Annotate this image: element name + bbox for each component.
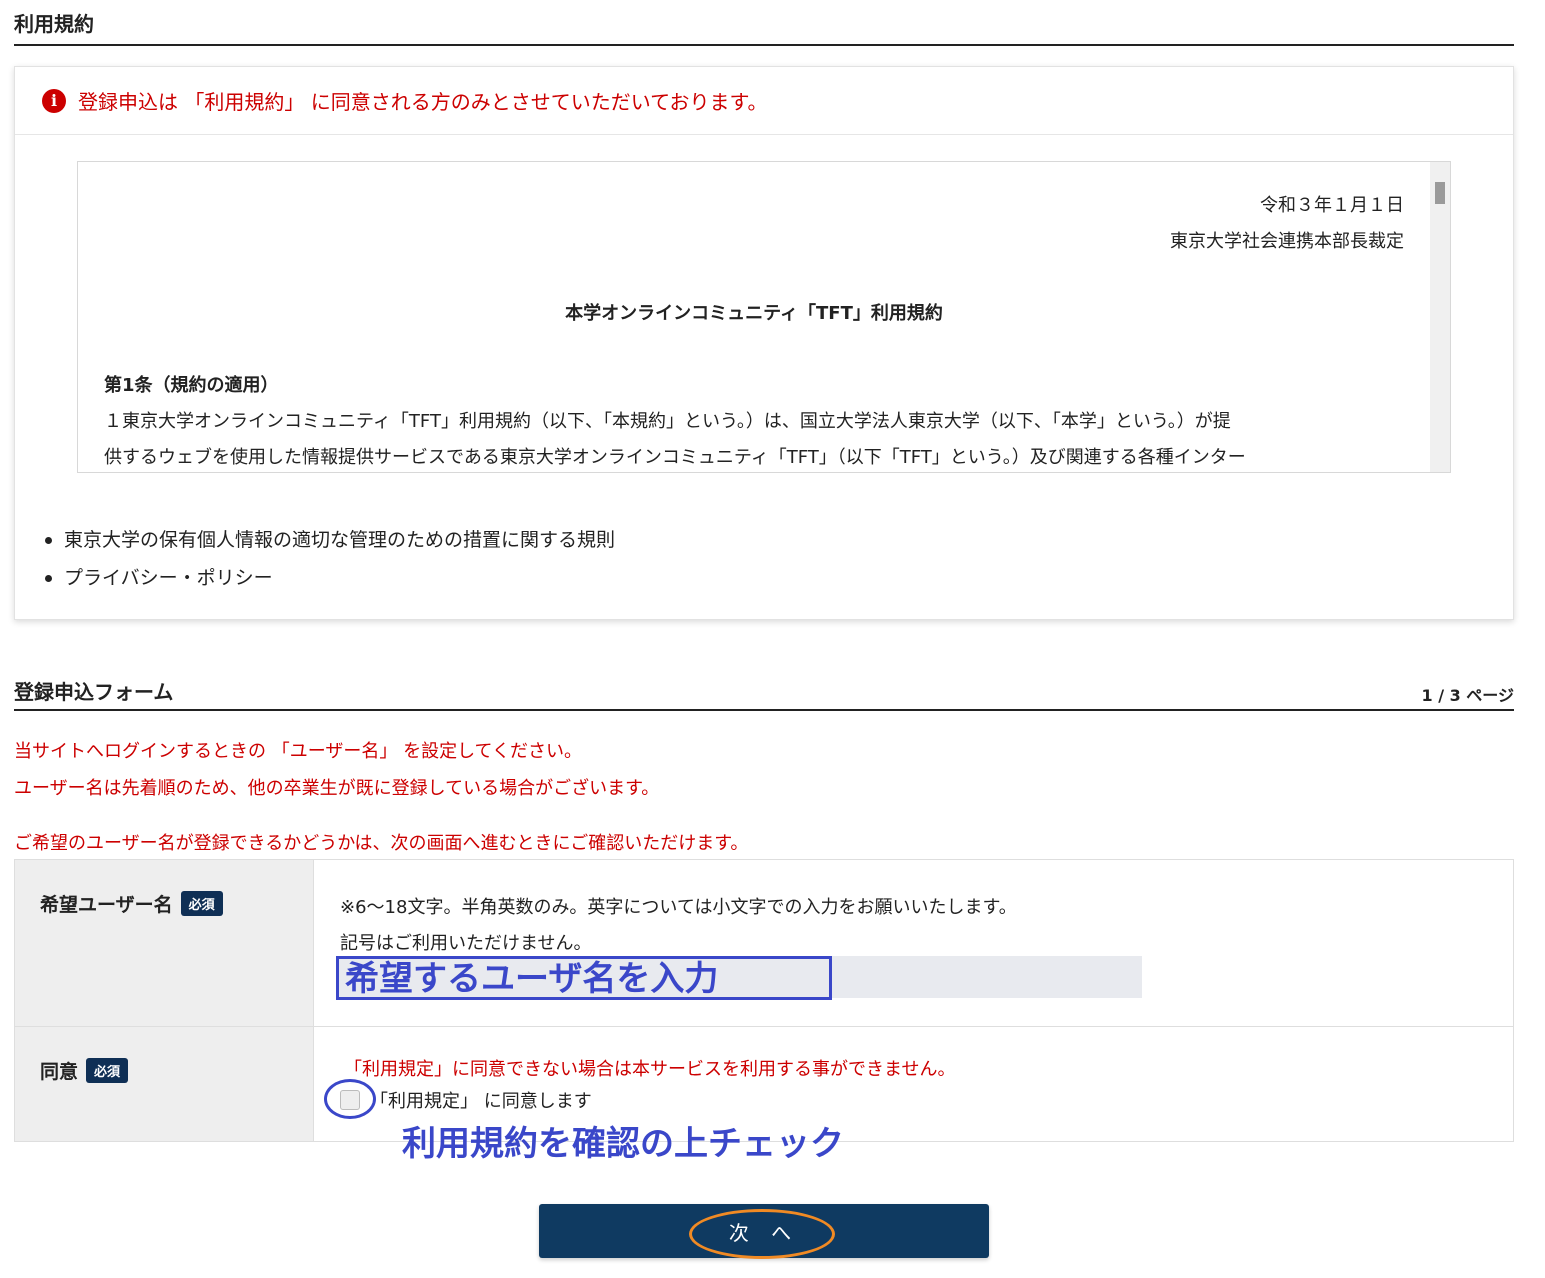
terms-scroll-box[interactable]: 令和３年１月１日 東京大学社会連携本部長裁定 本学オンラインコミュニティ「TFT… — [77, 161, 1451, 473]
form-instructions: 当サイトへログインするときの 「ユーザー名」 を設定してください。 ユーザー名は… — [14, 733, 748, 862]
username-hint: 記号はご利用いただけません。 — [340, 933, 592, 954]
list-item[interactable]: プライバシー・ポリシー — [45, 559, 615, 597]
agree-label: 同意 必須 — [40, 1057, 129, 1084]
username-hint: ※6〜18文字。半角英数のみ。英字については小文字での入力をお願いいたします。 — [340, 897, 1017, 918]
agree-checkbox-label[interactable]: 「利用規定」 に同意します — [370, 1087, 592, 1113]
username-label-text: 希望ユーザー名 — [40, 894, 173, 916]
terms-authority: 東京大学社会連携本部長裁定 — [1170, 231, 1404, 252]
notice-text: 登録申込は 「利用規約」 に同意される方のみとさせていただいております。 — [78, 90, 768, 114]
username-input-cell: ※6〜18文字。半角英数のみ。英字については小文字での入力をお願いいたします。 … — [314, 860, 1513, 1026]
required-badge: 必須 — [180, 891, 223, 916]
terms-card: i 登録申込は 「利用規約」 に同意される方のみとさせていただいております。 令… — [14, 66, 1514, 620]
next-button[interactable]: 次 へ — [539, 1204, 989, 1258]
instruction-line: 当サイトへログインするときの 「ユーザー名」 を設定してください。 — [14, 741, 583, 762]
bullet-icon — [45, 574, 52, 582]
article-text-line: １東京大学オンラインコミュニティ「TFT」利用規約（以下、「本規約」という。）は… — [104, 411, 1231, 432]
bullet-icon — [45, 536, 52, 544]
agreement-notice: i 登録申込は 「利用規約」 に同意される方のみとさせていただいております。 — [15, 67, 1513, 135]
terms-document: 令和３年１月１日 東京大学社会連携本部長裁定 本学オンラインコミュニティ「TFT… — [104, 162, 1404, 472]
terms-date: 令和３年１月１日 — [1260, 195, 1404, 216]
link-privacy-policy[interactable]: プライバシー・ポリシー — [64, 559, 273, 597]
form-section-title: 登録申込フォーム 1 / 3 ページ — [14, 676, 1514, 711]
instruction-line: ご希望のユーザー名が登録できるかどうかは、次の画面へ進むときにご確認いただけます… — [14, 833, 749, 854]
terms-section-title: 利用規約 — [14, 8, 1514, 46]
agree-label-text: 同意 — [40, 1061, 79, 1083]
info-icon: i — [42, 88, 66, 113]
checkbox-annotation: 利用規約を確認の上チェック — [402, 1124, 844, 1164]
form-title-text: 登録申込フォーム — [14, 680, 174, 704]
username-label: 希望ユーザー名 必須 — [40, 890, 223, 917]
terms-scrollbar[interactable] — [1430, 162, 1450, 472]
username-annotation: 希望するユーザ名を入力 — [336, 956, 832, 1000]
article-title: 第1条（規約の適用） — [104, 375, 279, 396]
instruction-line — [14, 807, 748, 825]
agree-warning: 「利用規定」に同意できない場合は本サービスを利用する事ができません。 — [344, 1059, 956, 1080]
scrollbar-thumb[interactable] — [1435, 182, 1445, 204]
agree-label-cell: 同意 必須 — [15, 1027, 314, 1141]
terms-heading: 本学オンラインコミュニティ「TFT」利用規約 — [565, 303, 943, 324]
username-label-cell: 希望ユーザー名 必須 — [15, 860, 314, 1026]
registration-form: 希望ユーザー名 必須 ※6〜18文字。半角英数のみ。英字については小文字での入力… — [14, 859, 1514, 1142]
checkbox-annotation-circle — [324, 1079, 376, 1119]
required-badge: 必須 — [86, 1058, 129, 1083]
terms-title-text: 利用規約 — [14, 12, 94, 36]
related-links: 東京大学の保有個人情報の適切な管理のための措置に関する規則 プライバシー・ポリシ… — [45, 521, 615, 597]
username-row: 希望ユーザー名 必須 ※6〜18文字。半角英数のみ。英字については小文字での入力… — [15, 860, 1513, 1027]
page-indicator: 1 / 3 ページ — [1421, 686, 1514, 705]
list-item[interactable]: 東京大学の保有個人情報の適切な管理のための措置に関する規則 — [45, 521, 615, 559]
article-text-line: 供するウェブを使用した情報提供サービスである東京大学オンラインコミュニティ「TF… — [104, 447, 1246, 468]
link-privacy-rules[interactable]: 東京大学の保有個人情報の適切な管理のための措置に関する規則 — [64, 521, 615, 559]
instruction-line: ユーザー名は先着順のため、他の卒業生が既に登録している場合がございます。 — [14, 778, 660, 799]
